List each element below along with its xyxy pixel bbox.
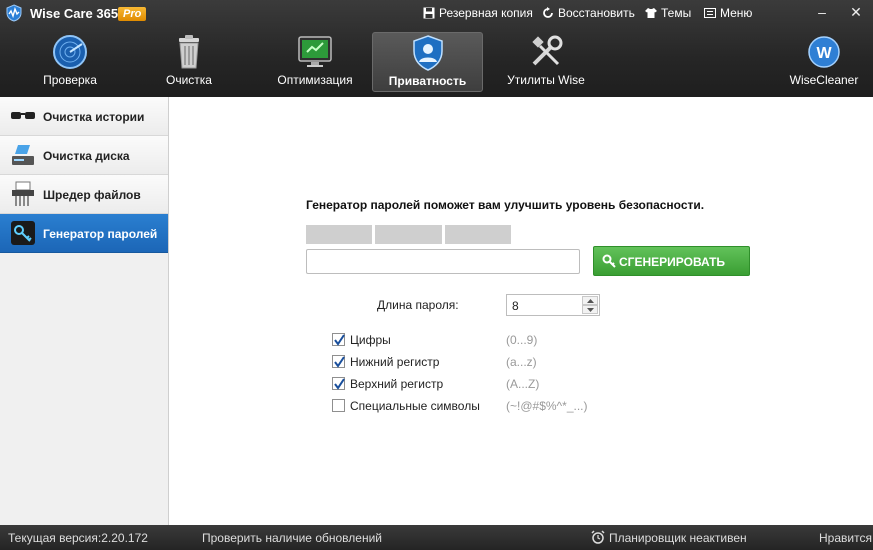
option-label: Специальные символы: [350, 399, 480, 413]
option-hint: (0...9): [506, 333, 538, 347]
password-length-label: Длина пароля:: [377, 298, 459, 312]
increment-button[interactable]: [582, 296, 598, 305]
tshirt-icon: [645, 8, 657, 18]
decrement-button[interactable]: [582, 305, 598, 314]
tab-cleaner[interactable]: Очистка: [153, 32, 225, 92]
option-label: Нижний регистр: [350, 355, 440, 369]
tab-scan[interactable]: Проверка: [34, 32, 106, 92]
app-logo-icon: [6, 4, 22, 22]
backup-menu-item[interactable]: Резервная копия: [423, 6, 533, 20]
generate-button-label: СГЕНЕРИРОВАТЬ: [619, 255, 726, 269]
chevron-up-icon: [587, 299, 594, 303]
checkmark-icon: [334, 378, 345, 390]
tab-cleaner-label: Очистка: [166, 73, 212, 87]
special-chars-checkbox[interactable]: [332, 399, 345, 412]
like-link[interactable]: Нравится: [819, 531, 872, 545]
tab-optimization[interactable]: Оптимизация: [270, 32, 360, 92]
floppy-icon: [423, 7, 435, 19]
glasses-icon: [11, 112, 35, 119]
sidebar-item-label: Очистка истории: [43, 110, 145, 124]
tab-privacy-label: Приватность: [388, 74, 467, 88]
restore-menu-item[interactable]: Восстановить: [542, 6, 635, 20]
password-length-stepper[interactable]: 8: [506, 294, 600, 316]
sidebar-item-label: Очистка диска: [43, 149, 130, 163]
password-length-value: 8: [512, 299, 519, 313]
themes-menu-item[interactable]: Темы: [645, 6, 691, 20]
checkmark-icon: [334, 334, 345, 346]
sidebar: Очистка истории Очистка диска Шредер фай…: [0, 97, 169, 525]
generate-button[interactable]: СГЕНЕРИРОВАТЬ: [593, 246, 750, 276]
status-bar: Текущая версия:2.20.172 Проверить наличи…: [0, 525, 873, 550]
version-text: Текущая версия:2.20.172: [8, 531, 148, 545]
tab-privacy[interactable]: Приватность: [372, 32, 483, 92]
tab-wise-utilities-label: Утилиты Wise: [507, 73, 585, 87]
close-button[interactable]: ✕: [848, 4, 864, 20]
title-bar: Wise Care 365 Pro Резервная копия Восста…: [0, 0, 873, 26]
radar-icon: [53, 35, 87, 69]
wisecleaner-label: WiseCleaner: [789, 73, 859, 87]
sidebar-item-disk-eraser[interactable]: Очистка диска: [0, 136, 168, 175]
backup-label: Резервная копия: [439, 6, 533, 20]
pro-badge: Pro: [118, 7, 147, 21]
tab-wise-utilities[interactable]: Утилиты Wise: [500, 32, 592, 92]
option-label: Цифры: [350, 333, 391, 347]
lowercase-checkbox[interactable]: [332, 355, 345, 368]
sidebar-item-label: Генератор паролей: [43, 227, 158, 241]
scheduler-status-link[interactable]: Планировщик неактивен: [609, 531, 747, 545]
strength-segment: [375, 225, 442, 244]
svg-text:W: W: [816, 45, 832, 62]
menu-list-icon: [704, 8, 716, 18]
panel-headline: Генератор паролей поможет вам улучшить у…: [306, 198, 705, 212]
key-icon: [602, 254, 616, 268]
strength-segment: [306, 225, 372, 244]
option-label: Верхний регистр: [350, 377, 444, 391]
digits-checkbox[interactable]: [332, 333, 345, 346]
uppercase-checkbox[interactable]: [332, 377, 345, 390]
wisecleaner-logo-icon: W: [808, 36, 840, 68]
main-menu-item[interactable]: Меню: [704, 6, 752, 20]
app-title: Wise Care 365: [30, 6, 119, 21]
menu-label: Меню: [720, 6, 753, 20]
checkmark-icon: [334, 356, 345, 368]
restore-icon: [543, 7, 553, 18]
shield-user-icon: [412, 35, 443, 71]
option-hint: (a...z): [506, 355, 537, 369]
option-hint: (~!@#$%^*_...): [506, 399, 588, 413]
password-generator-panel: Генератор паролей поможет вам улучшить у…: [170, 97, 873, 525]
tab-optimization-label: Оптимизация: [277, 73, 353, 87]
monitor-optimize-icon: [298, 36, 332, 67]
sidebar-item-history-cleaner[interactable]: Очистка истории: [0, 97, 168, 136]
chevron-down-icon: [587, 308, 594, 312]
alarm-clock-icon: [591, 530, 605, 544]
sidebar-item-file-shredder[interactable]: Шредер файлов: [0, 175, 168, 214]
disk-eraser-icon: [12, 145, 34, 165]
tab-scan-label: Проверка: [43, 73, 97, 87]
wisecleaner-brand-link[interactable]: W WiseCleaner: [784, 32, 864, 92]
minimize-button[interactable]: –: [814, 4, 830, 20]
restore-label: Восстановить: [558, 6, 635, 20]
trash-can-icon: [179, 35, 199, 69]
sidebar-item-label: Шредер файлов: [43, 188, 141, 202]
shredder-icon: [12, 181, 34, 206]
check-updates-link[interactable]: Проверить наличие обновлений: [202, 531, 382, 545]
themes-label: Темы: [661, 6, 692, 20]
tools-icon: [532, 35, 563, 66]
toolbar: Wise Care 365 Pro Резервная копия Восста…: [0, 0, 873, 97]
key-icon: [11, 221, 35, 245]
sidebar-item-password-generator[interactable]: Генератор паролей: [0, 214, 168, 253]
password-output-field[interactable]: [306, 249, 580, 274]
option-hint: (A...Z): [506, 377, 540, 391]
strength-segment: [445, 225, 511, 244]
